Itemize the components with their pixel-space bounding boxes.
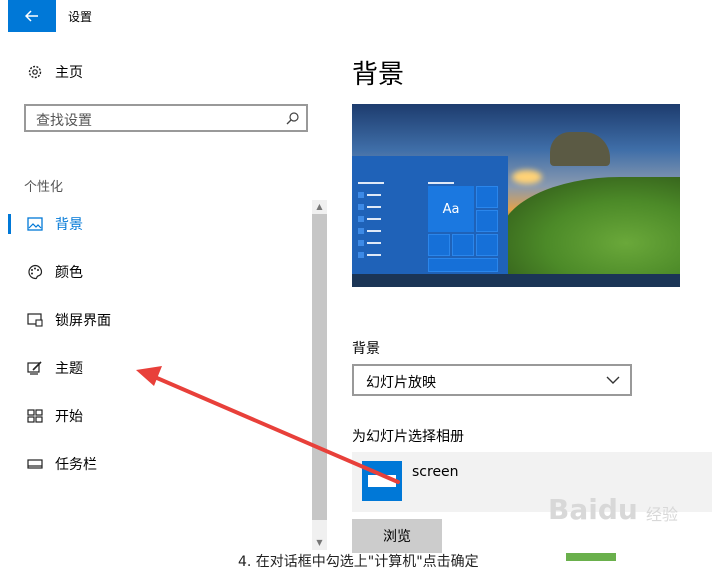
start-menu-preview: Aa [352,156,508,274]
album-label: 为幻灯片选择相册 [352,429,464,445]
tile [428,234,450,256]
sidebar-item-lock-screen[interactable]: 锁屏界面 [8,300,308,340]
browse-button[interactable]: 浏览 [352,519,442,553]
sidebar-item-colors[interactable]: 颜色 [8,252,308,292]
baidu-watermark: Baidu 经验 [548,483,708,531]
theme-icon [24,357,46,379]
folder-icon [362,461,402,501]
background-type-value: 幻灯片放映 [366,375,436,391]
nav-home-label: 主页 [55,65,83,81]
sidebar-item-label: 任务栏 [55,457,97,473]
rock-formation [550,132,610,166]
sun-glow [512,170,542,184]
watermark-brand: Baidu [548,493,638,526]
scroll-down-arrow[interactable]: ▼ [312,536,327,550]
search-icon [286,110,300,129]
sidebar-item-label: 背景 [55,217,83,233]
sidebar-item-start[interactable]: 开始 [8,396,308,436]
tile [428,258,498,272]
tutorial-caption: 4. 在对话框中勾选上"计算机"点击确定 [238,554,479,570]
settings-window: 设置 主页 查找设置 个性化 背景 颜色 锁屏界面 主题 开始 任务栏 ▲ ▼ … [0,0,712,561]
page-title: 背景 [352,60,405,90]
window-title: 设置 [68,10,93,24]
scroll-thumb[interactable] [312,214,327,520]
tiles-header [428,182,454,184]
search-placeholder: 查找设置 [36,113,92,129]
green-hill [500,177,680,287]
start-menu-list [358,182,384,258]
tile [476,210,498,232]
start-icon [24,405,46,427]
sidebar-item-label: 主题 [55,361,83,377]
album-name: screen [412,464,459,480]
sidebar-item-label: 颜色 [55,265,83,281]
background-type-select[interactable]: 幻灯片放映 [352,364,632,396]
preview-taskbar [352,274,680,287]
back-arrow-icon [25,10,38,22]
navigation-pane: 主页 查找设置 个性化 背景 颜色 锁屏界面 主题 开始 任务栏 [8,32,328,552]
green-marker [566,553,616,561]
tile-aa: Aa [428,186,474,232]
title-bar: 设置 [0,0,712,32]
sidebar-item-themes[interactable]: 主题 [8,348,308,388]
section-label-personalization: 个性化 [24,180,64,195]
nav-home[interactable]: 主页 [8,52,308,92]
nav-scrollbar[interactable]: ▲ ▼ [312,200,327,550]
sidebar-item-taskbar[interactable]: 任务栏 [8,444,308,484]
scroll-up-arrow[interactable]: ▲ [312,200,327,214]
lock-screen-icon [24,309,46,331]
taskbar-icon [24,453,46,475]
background-label: 背景 [352,341,380,357]
sidebar-item-background[interactable]: 背景 [8,204,308,244]
search-input[interactable]: 查找设置 [24,104,308,132]
tile [452,234,474,256]
back-button[interactable] [8,0,56,32]
sidebar-item-label: 锁屏界面 [55,313,111,329]
tile [476,186,498,208]
active-indicator [8,214,11,234]
sidebar-item-label: 开始 [55,409,83,425]
chevron-down-icon [606,372,620,391]
image-icon [24,213,46,235]
tile [476,234,498,256]
palette-icon [24,261,46,283]
watermark-sub: 经验 [646,505,679,524]
gear-icon [24,61,46,83]
background-preview: Aa [352,104,680,287]
